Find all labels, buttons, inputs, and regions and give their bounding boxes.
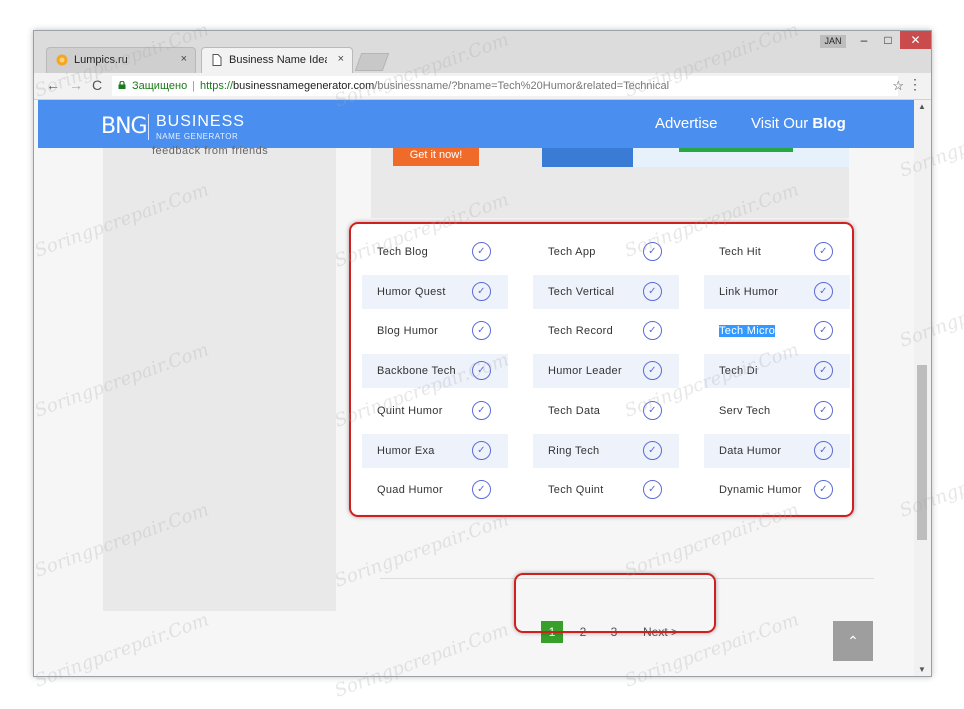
- forward-button[interactable]: →: [69, 77, 83, 93]
- title-bar: Lumpics.ru × Business Name Ideas - Fl × …: [34, 31, 931, 73]
- get-it-now-button[interactable]: Get it now!: [393, 148, 479, 166]
- nav-blog-bold: Blog: [812, 115, 846, 132]
- logo-title: BUSINESS: [156, 113, 245, 130]
- address-bar[interactable]: Защищено | https://businessnamegenerator…: [112, 76, 904, 96]
- bookmark-star-icon[interactable]: ☆: [892, 76, 904, 96]
- browser-toolbar: ← → C Защищено | https://businessnamegen…: [34, 73, 931, 100]
- nav-blog-prefix: Visit Our: [751, 115, 813, 132]
- site-header: BNG BUSINESS NAME GENERATOR Advertise Vi…: [38, 100, 914, 148]
- nav-blog-link[interactable]: Visit Our Blog: [751, 115, 846, 132]
- back-to-top-button[interactable]: ⌃: [833, 621, 873, 661]
- tab-close-icon[interactable]: ×: [181, 53, 187, 65]
- scrollbar-thumb[interactable]: [917, 365, 927, 540]
- scroll-up-icon[interactable]: ▲: [918, 102, 926, 111]
- tab-title: Business Name Ideas - Fl: [229, 54, 327, 66]
- maximize-button[interactable]: □: [876, 31, 900, 49]
- profile-button[interactable]: JAN: [820, 35, 846, 48]
- logo-divider: [148, 114, 149, 140]
- minimize-button[interactable]: –: [852, 31, 876, 49]
- tab-title: Lumpics.ru: [74, 54, 128, 66]
- page-icon: [212, 54, 222, 66]
- nav-advertise-link[interactable]: Advertise: [655, 115, 718, 132]
- tab-lumpics[interactable]: Lumpics.ru ×: [46, 47, 196, 73]
- ad-green-button[interactable]: [679, 148, 793, 152]
- close-window-button[interactable]: ✕: [900, 31, 931, 49]
- sidebar-feedback-text: feedback from friends: [152, 145, 269, 157]
- reload-button[interactable]: C: [92, 77, 102, 93]
- new-tab-button[interactable]: [354, 53, 390, 71]
- results-highlight-frame: [349, 222, 854, 517]
- url-scheme: https://: [200, 80, 234, 92]
- scroll-down-icon[interactable]: ▼: [918, 665, 926, 674]
- logo-subtitle: NAME GENERATOR: [156, 132, 239, 141]
- tab-business-name-ideas[interactable]: Business Name Ideas - Fl ×: [201, 47, 353, 73]
- lock-icon: [118, 81, 126, 89]
- url-domain: businessnamegenerator.com: [233, 80, 375, 92]
- url-text[interactable]: https://businessnamegenerator.com/busine…: [200, 76, 669, 96]
- url-separator: |: [192, 80, 195, 92]
- security-label: Защищено: [132, 80, 188, 92]
- ad-blue-block: [542, 148, 633, 167]
- vertical-scrollbar[interactable]: ▲ ▼: [914, 100, 931, 676]
- tab-close-icon[interactable]: ×: [338, 53, 344, 65]
- logo-mark[interactable]: BNG: [101, 114, 148, 139]
- url-path: /businessname/?bname=Tech%20Humor&relate…: [374, 80, 670, 92]
- sidebar-panel: feedback from friends: [103, 145, 336, 611]
- back-button[interactable]: ←: [46, 77, 60, 93]
- browser-menu-icon[interactable]: ⋮: [908, 76, 922, 93]
- orange-favicon-icon: [56, 54, 68, 66]
- pagination-highlight-frame: [514, 573, 716, 633]
